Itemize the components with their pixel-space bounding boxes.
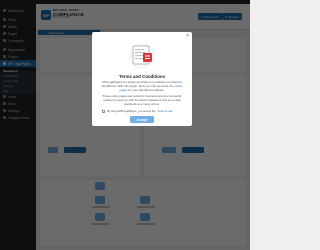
- accept-button[interactable]: Accept: [130, 116, 154, 123]
- terms-of-use-link[interactable]: terms of use: [158, 110, 173, 113]
- agree-terms-checkbox[interactable]: [102, 110, 105, 113]
- modal-title: Terms and Conditions: [118, 74, 166, 79]
- agree-terms-row: By using WPLegalPages, you accept the te…: [102, 110, 184, 113]
- agree-terms-label: By using WPLegalPages, you accept the: [107, 110, 156, 113]
- close-icon[interactable]: ×: [186, 34, 189, 39]
- modal-paragraph-2: These policy pages are suited for busine…: [102, 94, 182, 107]
- modal-body: WPLegalPages is a plugin and there is a …: [100, 80, 184, 109]
- terms-modal: × Terms and Conditions WPLegalPages is a…: [92, 32, 192, 126]
- modal-paragraph-1: WPLegalPages is a plugin and there is a …: [101, 80, 183, 92]
- terms-illustration-icon: [129, 43, 155, 69]
